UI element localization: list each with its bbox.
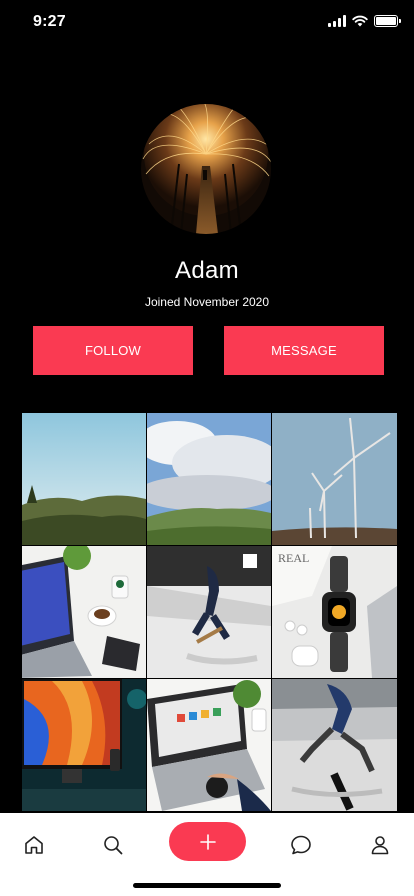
status-bar: 9:27	[0, 0, 414, 44]
photo-grid: REAL	[22, 413, 397, 813]
photo-cloudy-sky-hills[interactable]	[147, 413, 271, 545]
cellular-signal-icon	[328, 15, 346, 27]
status-icons	[328, 15, 401, 27]
follow-button[interactable]: FOLLOW	[33, 326, 193, 375]
photo-skateboarder-skatepark[interactable]	[147, 546, 271, 678]
battery-icon	[374, 15, 401, 27]
search-icon[interactable]	[101, 833, 125, 857]
photo-laptop-workspace[interactable]	[147, 679, 271, 811]
wifi-icon	[352, 15, 368, 27]
photo-laptop-coffee-desk[interactable]	[22, 546, 146, 678]
profile-icon[interactable]	[368, 833, 392, 857]
chat-icon[interactable]	[289, 833, 313, 857]
photo-wind-turbines[interactable]	[272, 413, 397, 545]
bottom-nav	[0, 813, 414, 896]
add-icon	[199, 833, 216, 850]
photo-smartwatch-airpods[interactable]: REAL	[272, 546, 397, 678]
svg-text:REAL: REAL	[278, 551, 309, 565]
home-icon[interactable]	[22, 833, 46, 857]
photo-hills-under-blue-sky[interactable]	[22, 413, 146, 545]
profile-joined-date: Joined November 2020	[144, 295, 270, 309]
photo-colorful-monitor-desk[interactable]	[22, 679, 146, 811]
message-button[interactable]: MESSAGE	[224, 326, 384, 375]
home-indicator	[133, 883, 281, 888]
status-time: 9:27	[33, 13, 66, 30]
add-post-button[interactable]	[169, 822, 246, 861]
profile-avatar	[141, 104, 271, 234]
profile-name: Adam	[175, 257, 239, 284]
avatar-photo	[141, 104, 271, 234]
photo-skateboarder-jumping[interactable]	[272, 679, 397, 811]
